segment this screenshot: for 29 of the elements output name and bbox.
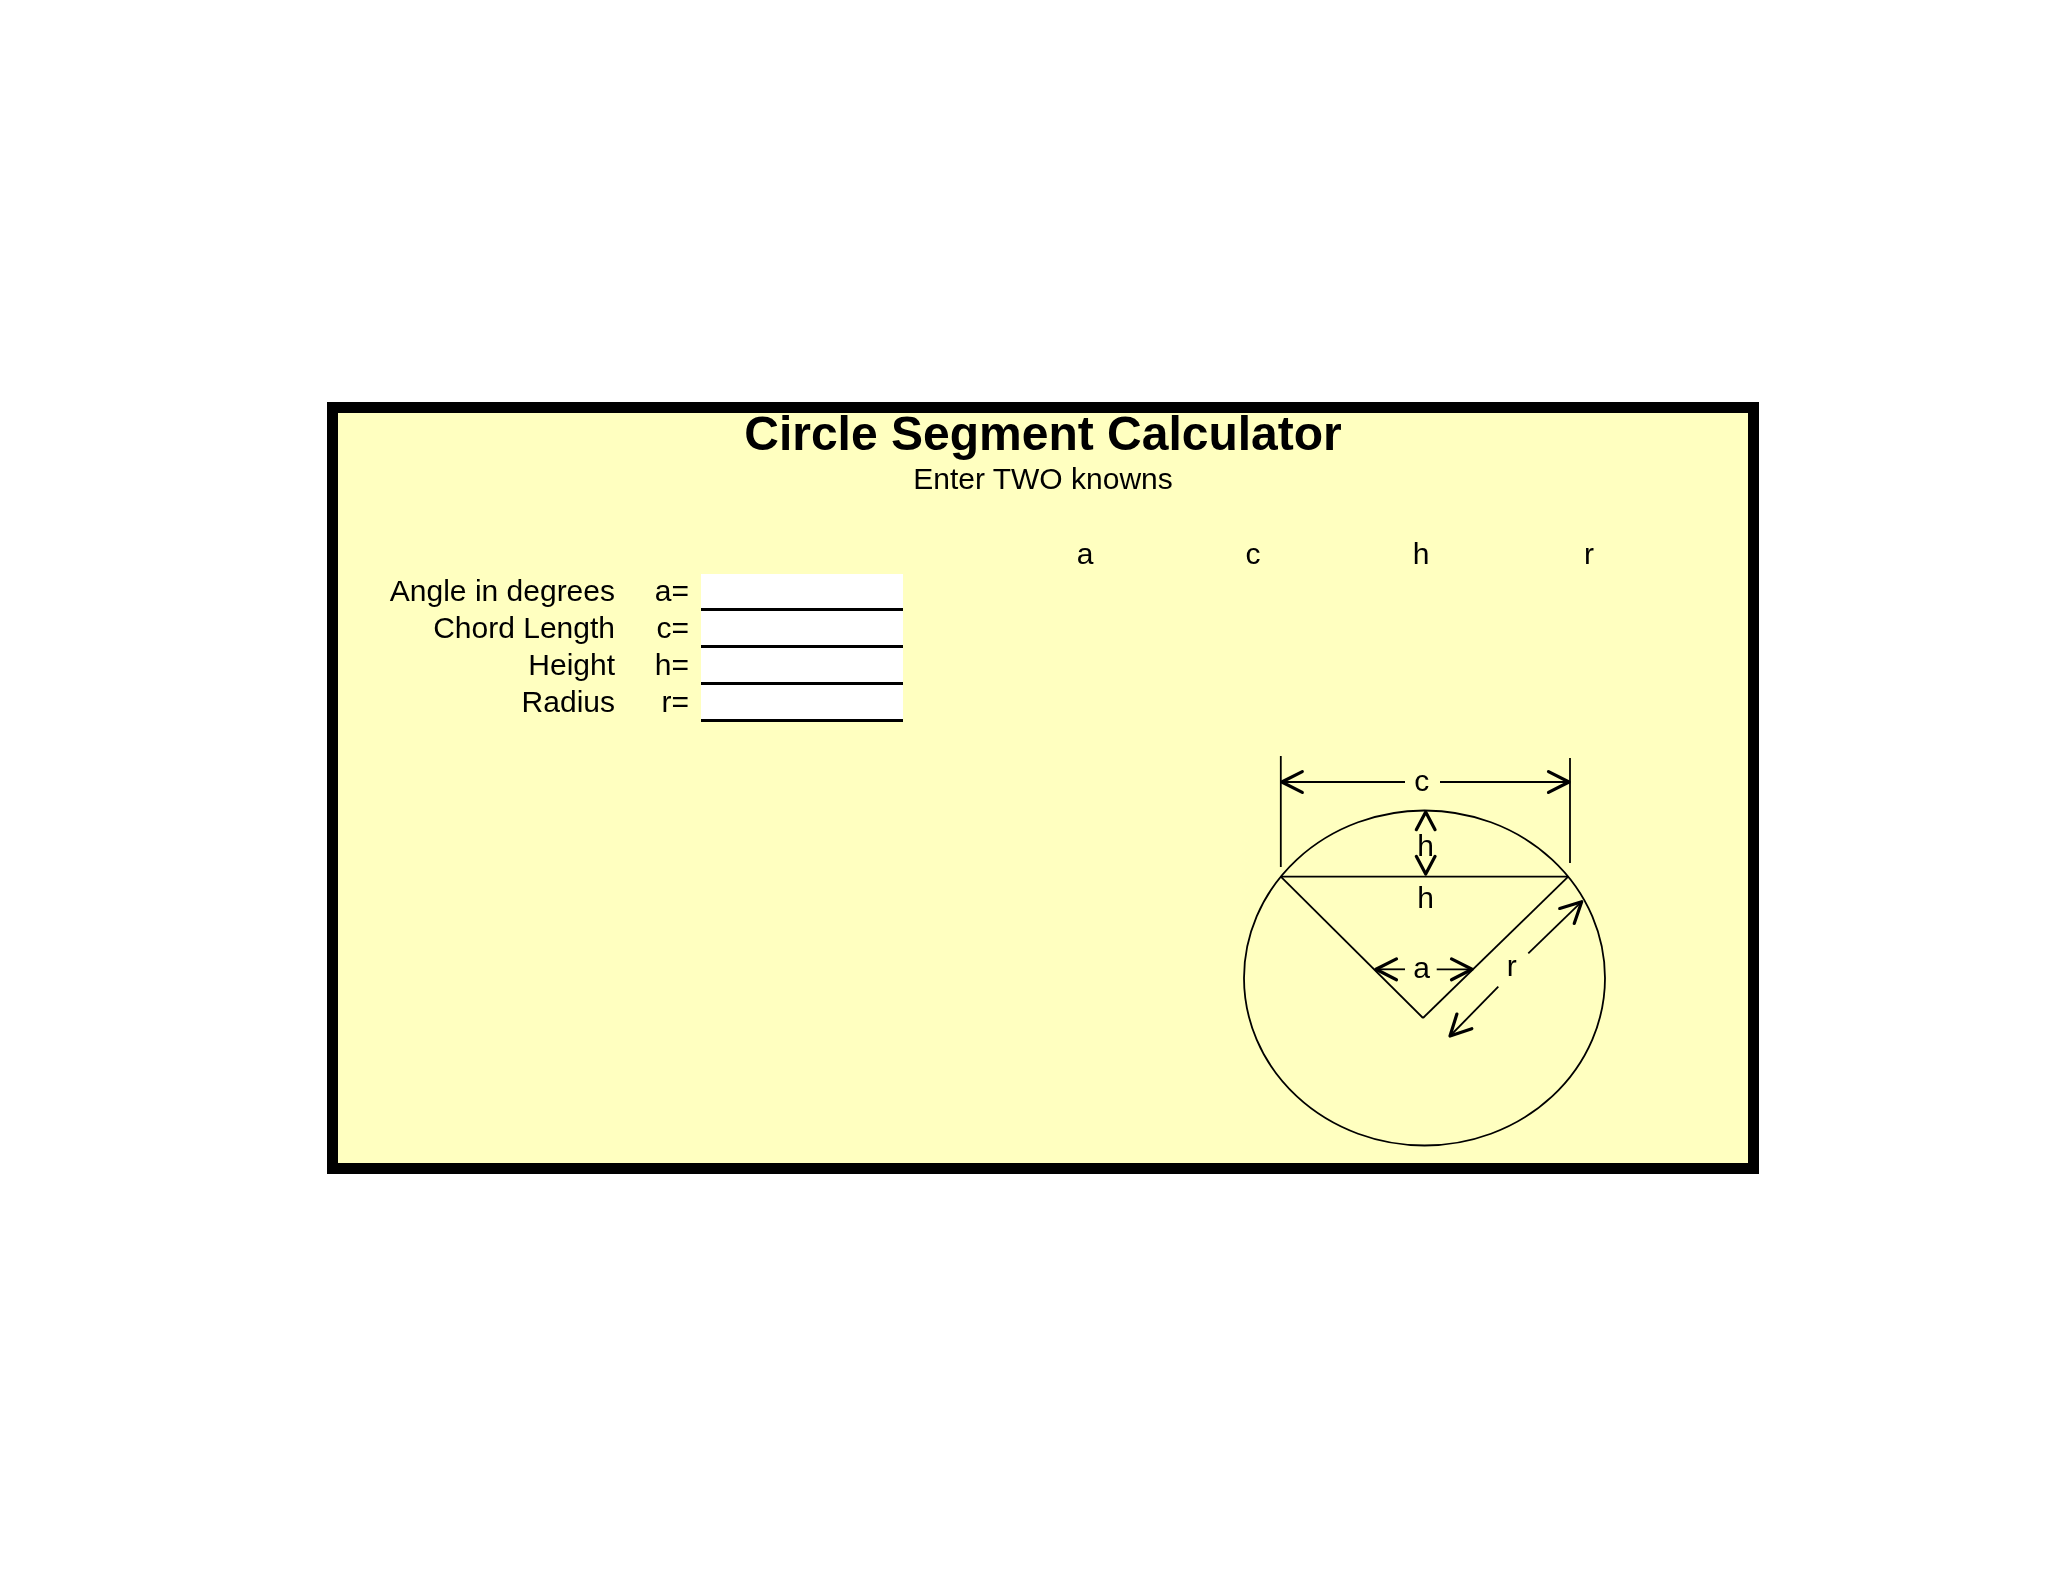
field-label: Height: [527, 648, 615, 683]
field-label: Angle in degrees: [388, 574, 615, 609]
dimension-label: h: [1417, 828, 1435, 862]
variable-label: r=: [660, 685, 689, 720]
radius-arrow: [1448, 985, 1500, 1038]
dimension-label: r: [1506, 948, 1517, 982]
input-field[interactable]: [701, 685, 903, 722]
arrowhead-icon: [1414, 810, 1437, 832]
dimension-label: c: [1414, 763, 1430, 797]
variable-label: h=: [653, 648, 689, 683]
input-field[interactable]: [701, 574, 903, 611]
variable-label: a=: [653, 574, 689, 609]
dimension-label: h: [1417, 880, 1435, 914]
angle-arrow: [1435, 957, 1474, 982]
input-field[interactable]: [701, 611, 903, 648]
column-header: a: [1076, 539, 1094, 569]
radius-arrow: [1527, 900, 1584, 955]
calculator-title: Circle Segment Calculator: [744, 410, 1342, 458]
column-header: c: [1245, 539, 1261, 569]
column-header: h: [1412, 539, 1430, 569]
angle-arrow: [1374, 957, 1406, 982]
arrowhead-icon: [1414, 854, 1437, 876]
field-label: Chord Length: [432, 611, 615, 646]
input-field[interactable]: [701, 648, 903, 685]
variable-label: c=: [655, 611, 689, 646]
dimension-label: a: [1413, 950, 1431, 984]
instruction-text: Enter TWO knowns: [913, 464, 1173, 494]
field-label: Radius: [520, 685, 615, 720]
column-header: r: [1584, 539, 1594, 569]
